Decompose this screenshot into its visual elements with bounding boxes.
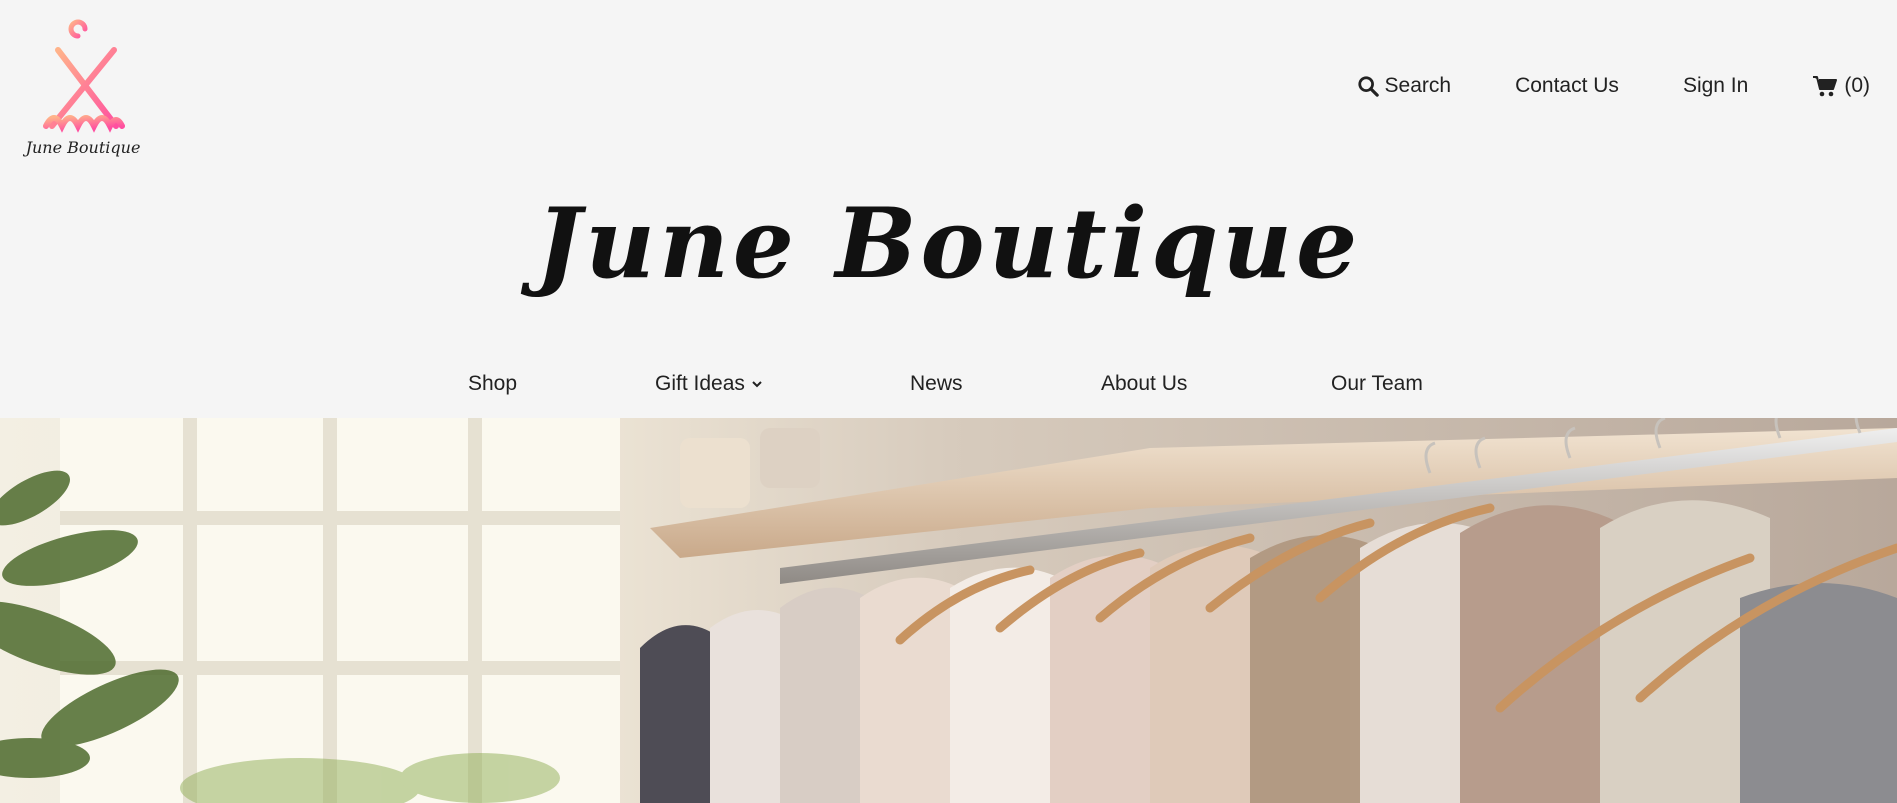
nav-item-shop[interactable]: Shop bbox=[468, 372, 517, 396]
nav-item-gift-ideas[interactable]: Gift Ideas bbox=[655, 372, 763, 396]
nav-item-our-team[interactable]: Our Team bbox=[1331, 372, 1423, 396]
nav-item-label: Our Team bbox=[1331, 372, 1423, 395]
cart-link[interactable]: (0) bbox=[1812, 74, 1870, 98]
nav-item-about-us[interactable]: About Us bbox=[1101, 372, 1187, 396]
nav-item-news[interactable]: News bbox=[910, 372, 963, 396]
site-logo[interactable]: June Boutique bbox=[22, 14, 144, 164]
cart-count: (0) bbox=[1844, 74, 1870, 97]
chevron-down-icon bbox=[752, 381, 762, 388]
nav-item-label: Shop bbox=[468, 372, 518, 395]
logo-text: June Boutique bbox=[25, 138, 141, 157]
search-icon bbox=[1357, 76, 1379, 97]
hanger-dress-icon bbox=[43, 19, 125, 133]
main-nav: Shop Gift Ideas News About Us Our Team bbox=[0, 372, 1897, 400]
nav-item-label: Gift Ideas bbox=[655, 372, 745, 395]
contact-us-link[interactable]: Contact Us bbox=[1515, 74, 1619, 98]
nav-item-label: News bbox=[910, 372, 963, 395]
sign-in-label: Sign In bbox=[1682, 74, 1749, 97]
hero-image bbox=[0, 418, 1897, 803]
search-link[interactable]: Search bbox=[1357, 74, 1452, 98]
contact-us-label: Contact Us bbox=[1515, 74, 1619, 97]
clothing-rack-illustration bbox=[0, 418, 1897, 803]
search-label: Search bbox=[1384, 74, 1452, 97]
sign-in-link[interactable]: Sign In bbox=[1683, 74, 1748, 98]
nav-item-label: About Us bbox=[1101, 372, 1188, 395]
utility-nav: Search Contact Us Sign In (0) bbox=[1357, 74, 1870, 98]
shopping-cart-icon bbox=[1813, 76, 1838, 97]
page-title: June Boutique bbox=[535, 187, 1362, 300]
